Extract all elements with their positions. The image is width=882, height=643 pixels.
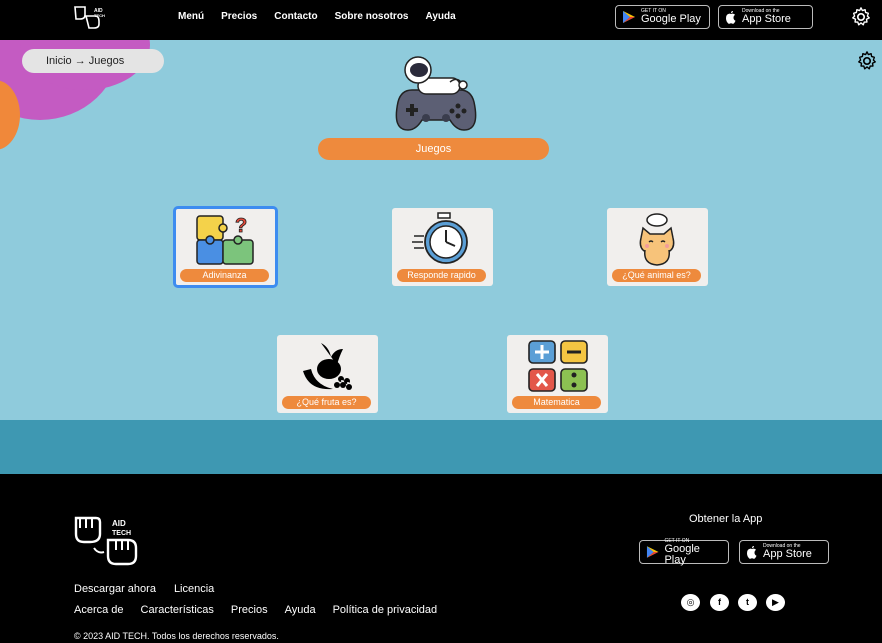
nav-contacto[interactable]: Contacto bbox=[274, 11, 317, 22]
game-card-adivinanza[interactable]: ? Adivinanza bbox=[173, 206, 278, 288]
game-card-label: ¿Qué fruta es? bbox=[282, 396, 371, 409]
teal-band bbox=[0, 420, 882, 474]
page-title: Juegos bbox=[318, 138, 549, 160]
stopwatch-icon bbox=[412, 212, 468, 264]
footer-links-row2: Acerca de Características Precios Ayuda … bbox=[74, 604, 437, 616]
breadcrumb[interactable]: Inicio → Juegos bbox=[22, 49, 164, 73]
footer-link-acerca[interactable]: Acerca de bbox=[74, 604, 124, 616]
footer-links-row1: Descargar ahora Licencia bbox=[74, 583, 214, 595]
main-nav: Menú Precios Contacto Sobre nosotros Ayu… bbox=[178, 11, 473, 22]
nav-menu[interactable]: Menú bbox=[178, 11, 204, 22]
footer-link-caracteristicas[interactable]: Características bbox=[141, 604, 214, 616]
footer-link-descargar[interactable]: Descargar ahora bbox=[74, 583, 156, 595]
game-card-que-animal[interactable]: ¿Qué animal es? bbox=[607, 208, 708, 286]
footer: AID TECH Descargar ahora Licencia Acerca… bbox=[0, 474, 882, 643]
game-card-label: Matematica bbox=[512, 396, 601, 409]
svg-text:?: ? bbox=[235, 215, 247, 237]
nav-ayuda[interactable]: Ayuda bbox=[426, 11, 456, 22]
app-store-big: App Store bbox=[763, 548, 812, 560]
instagram-icon[interactable]: ◎ bbox=[681, 594, 700, 611]
google-play-icon bbox=[623, 11, 635, 23]
apple-icon bbox=[726, 11, 736, 24]
aid-tech-logo[interactable]: AID TECH bbox=[72, 514, 148, 566]
game-card-matematica[interactable]: Matematica bbox=[507, 335, 608, 413]
fruit-icon bbox=[303, 343, 352, 390]
get-app-heading: Obtener la App bbox=[689, 513, 763, 525]
google-play-button[interactable]: GET IT ON Google Play bbox=[639, 538, 729, 566]
game-card-responde-rapido[interactable]: Responde rapido bbox=[392, 208, 493, 286]
footer-link-ayuda[interactable]: Ayuda bbox=[285, 604, 316, 616]
game-card-que-fruta[interactable]: ¿Qué fruta es? bbox=[277, 335, 378, 413]
youtube-icon[interactable]: ▶ bbox=[766, 594, 785, 611]
math-icon bbox=[528, 340, 588, 392]
astronaut-gamepad-illustration bbox=[395, 56, 477, 131]
twitter-icon[interactable]: t bbox=[738, 594, 757, 611]
settings-gear-icon[interactable] bbox=[850, 6, 872, 28]
cat-icon bbox=[639, 213, 675, 266]
google-play-big: Google Play bbox=[664, 542, 700, 566]
svg-text:TECH: TECH bbox=[112, 530, 131, 537]
footer-link-privacidad[interactable]: Política de privacidad bbox=[333, 604, 438, 616]
google-play-icon bbox=[646, 546, 659, 558]
game-card-label: Responde rapido bbox=[397, 269, 486, 282]
facebook-icon[interactable]: f bbox=[710, 594, 729, 611]
top-header: AID TECH Menú Precios Contacto Sobre nos… bbox=[0, 0, 882, 40]
app-store-button[interactable]: Download on the App Store bbox=[718, 5, 813, 29]
footer-link-precios[interactable]: Precios bbox=[231, 604, 268, 616]
svg-text:TECH: TECH bbox=[94, 13, 105, 18]
app-store-button[interactable]: Download on the App Store bbox=[739, 540, 829, 564]
aid-tech-logo[interactable]: AID TECH bbox=[72, 4, 108, 30]
svg-text:AID: AID bbox=[112, 519, 126, 528]
google-play-button[interactable]: GET IT ON Google Play bbox=[615, 5, 710, 29]
game-card-label: ¿Qué animal es? bbox=[612, 269, 701, 282]
copyright: © 2023 AID TECH. Todos los derechos rese… bbox=[74, 631, 279, 641]
app-store-big: App Store bbox=[742, 13, 791, 25]
footer-link-licencia[interactable]: Licencia bbox=[174, 583, 214, 595]
google-play-big: Google Play bbox=[641, 13, 701, 25]
puzzle-icon: ? bbox=[196, 215, 254, 265]
apple-icon bbox=[747, 546, 757, 559]
games-main: Inicio → Juegos Juegos ? Adivinanza Resp… bbox=[0, 40, 882, 420]
nav-precios[interactable]: Precios bbox=[221, 11, 257, 22]
nav-sobre-nosotros[interactable]: Sobre nosotros bbox=[335, 11, 409, 22]
settings-gear-icon[interactable] bbox=[856, 50, 878, 72]
game-card-label: Adivinanza bbox=[180, 269, 269, 282]
